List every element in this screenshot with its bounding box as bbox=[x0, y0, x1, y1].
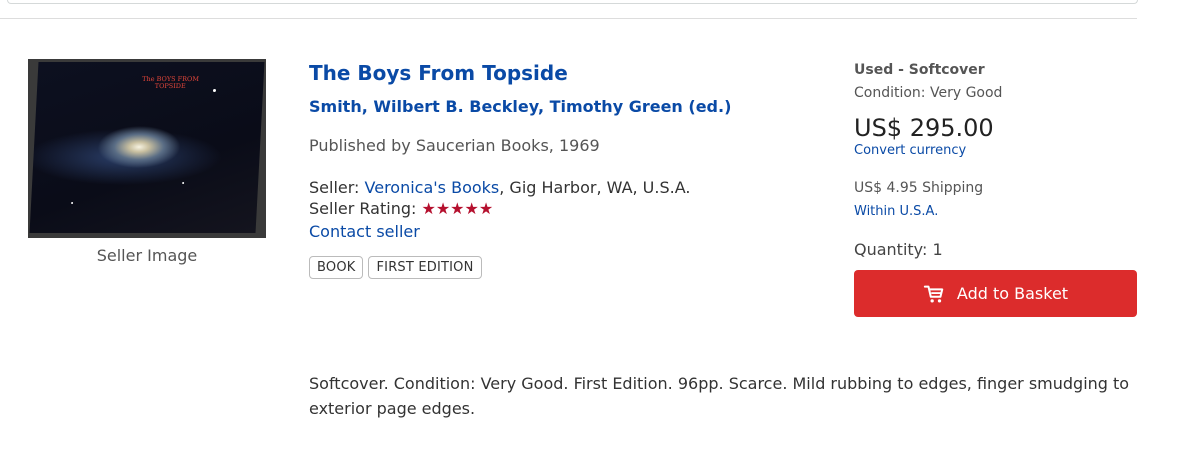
cover-art: The BOYS FROM TOPSIDE bbox=[29, 62, 265, 233]
contact-seller-line: Contact seller bbox=[309, 221, 829, 242]
cover-star bbox=[182, 182, 185, 184]
add-to-basket-button[interactable]: Add to Basket bbox=[854, 270, 1137, 317]
book-title[interactable]: The Boys From Topside bbox=[309, 60, 829, 86]
cover-star bbox=[212, 89, 217, 92]
seller-rating-stars[interactable]: ★★★★★ bbox=[421, 199, 493, 218]
image-caption: Seller Image bbox=[96, 246, 198, 265]
shipping-destination-link[interactable]: Within U.S.A. bbox=[854, 204, 938, 219]
cover-star bbox=[71, 202, 74, 204]
binding-type: Used - Softcover bbox=[854, 62, 985, 78]
seller-name-link[interactable]: Veronica's Books bbox=[365, 178, 500, 197]
quantity-label: Quantity: 1 bbox=[854, 240, 943, 259]
listing-image-column: The BOYS FROM TOPSIDE Seller Image bbox=[28, 59, 266, 265]
seller-line: Seller: Veronica's Books, Gig Harbor, WA… bbox=[309, 177, 829, 198]
seller-location: , Gig Harbor, WA, U.S.A. bbox=[499, 178, 691, 197]
cart-icon bbox=[923, 285, 944, 303]
listing-tags: BOOK FIRST EDITION bbox=[309, 256, 829, 279]
tag-book: BOOK bbox=[309, 256, 364, 279]
book-cover-image[interactable]: The BOYS FROM TOPSIDE bbox=[28, 59, 266, 238]
add-to-basket-label: Add to Basket bbox=[956, 284, 1069, 303]
book-author: Smith, Wilbert B. Beckley, Timothy Green… bbox=[309, 97, 732, 116]
shipping-cost: US$ 4.95 Shipping bbox=[854, 180, 984, 196]
seller-prefix: Seller: bbox=[309, 178, 365, 197]
purchase-panel: Used - Softcover Condition: Very Good US… bbox=[854, 60, 1137, 317]
convert-currency-link[interactable]: Convert currency bbox=[854, 143, 966, 158]
seller-rating-label: Seller Rating: bbox=[309, 199, 422, 218]
tag-first-edition: FIRST EDITION bbox=[368, 256, 482, 279]
listing-divider bbox=[0, 18, 1137, 19]
previous-listing-frame bbox=[7, 0, 1138, 4]
cover-title-text: The BOYS FROM TOPSIDE bbox=[141, 75, 200, 90]
listing-details: The Boys From Topside Smith, Wilbert B. … bbox=[309, 60, 829, 279]
listing-description: Softcover. Condition: Very Good. First E… bbox=[309, 374, 1130, 418]
contact-seller-link[interactable]: Contact seller bbox=[309, 222, 420, 241]
item-price: US$ 295.00 bbox=[854, 114, 994, 142]
book-title-link[interactable]: The Boys From Topside bbox=[309, 61, 568, 85]
publisher-info: Published by Saucerian Books, 1969 bbox=[309, 136, 600, 155]
seller-rating-line: Seller Rating: ★★★★★ bbox=[309, 198, 829, 219]
item-condition: Condition: Very Good bbox=[854, 85, 1003, 101]
